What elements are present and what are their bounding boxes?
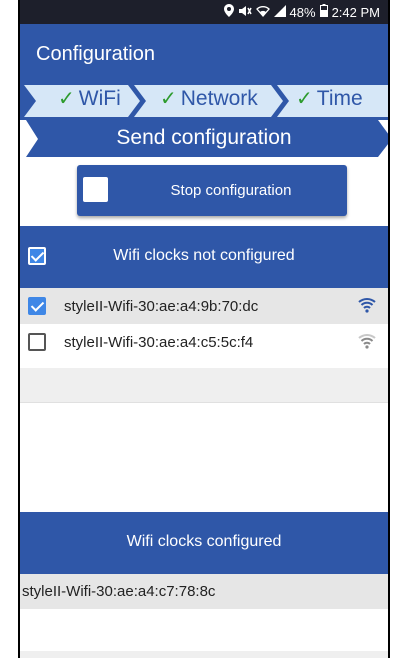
location-icon bbox=[223, 4, 234, 20]
battery-percent: 48% bbox=[289, 4, 316, 20]
step-wifi: ✓ WiFi bbox=[58, 86, 121, 111]
list-item[interactable]: styleII-Wifi-30:ae:a4:c7:78:8c bbox=[20, 574, 388, 609]
clock-name: styleII-Wifi-30:ae:a4:c5:5c:f4 bbox=[64, 334, 254, 351]
checkmark-icon: ✓ bbox=[58, 88, 75, 110]
send-configuration-label: Send configuration bbox=[116, 126, 292, 149]
wifi-medium-icon bbox=[358, 333, 376, 353]
clock-checkbox[interactable] bbox=[28, 333, 46, 351]
empty-list-row bbox=[20, 368, 388, 403]
stop-configuration-label: Stop configuration bbox=[170, 182, 292, 199]
step-time-label: Time bbox=[316, 86, 363, 110]
not-configured-header: Wifi clocks not configured bbox=[20, 226, 388, 288]
status-time: 2:42 PM bbox=[331, 4, 380, 20]
empty-list-row bbox=[20, 651, 388, 658]
wifi-strong-icon bbox=[358, 297, 376, 317]
signal-icon bbox=[273, 4, 286, 20]
clock-name: styleII-Wifi-30:ae:a4:c7:78:8c bbox=[22, 583, 216, 600]
configured-title: Wifi clocks configured bbox=[126, 533, 282, 550]
step-network-label: Network bbox=[180, 86, 258, 110]
battery-icon bbox=[319, 4, 328, 20]
configured-header: Wifi clocks configured bbox=[20, 512, 388, 574]
stop-configuration-checkbox[interactable] bbox=[83, 177, 108, 202]
phone-screen: 48% 2:42 PM Configuration ✓ WiFi ✓ Netwo… bbox=[18, 0, 390, 658]
step-network: ✓ Network bbox=[160, 86, 258, 111]
app-title: Configuration bbox=[36, 43, 155, 65]
wifi-status-icon bbox=[255, 5, 270, 20]
clock-name: styleII-Wifi-30:ae:a4:9b:70:dc bbox=[64, 298, 259, 315]
checkmark-icon: ✓ bbox=[296, 88, 313, 110]
app-bar: Configuration bbox=[20, 24, 388, 82]
list-item[interactable]: styleII-Wifi-30:ae:a4:c5:5c:f4 bbox=[20, 324, 388, 360]
stop-configuration-button[interactable]: Stop configuration bbox=[77, 165, 347, 216]
status-bar: 48% 2:42 PM bbox=[20, 0, 388, 24]
mute-icon bbox=[238, 5, 252, 20]
step-wifi-label: WiFi bbox=[78, 86, 121, 110]
not-configured-title: Wifi clocks not configured bbox=[113, 247, 295, 264]
step-time: ✓ Time bbox=[296, 86, 363, 111]
checkmark-icon: ✓ bbox=[160, 88, 177, 110]
clock-checkbox[interactable] bbox=[28, 297, 46, 315]
config-steps: ✓ WiFi ✓ Network ✓ Time bbox=[20, 82, 388, 120]
list-item[interactable]: styleII-Wifi-30:ae:a4:9b:70:dc bbox=[20, 288, 388, 324]
